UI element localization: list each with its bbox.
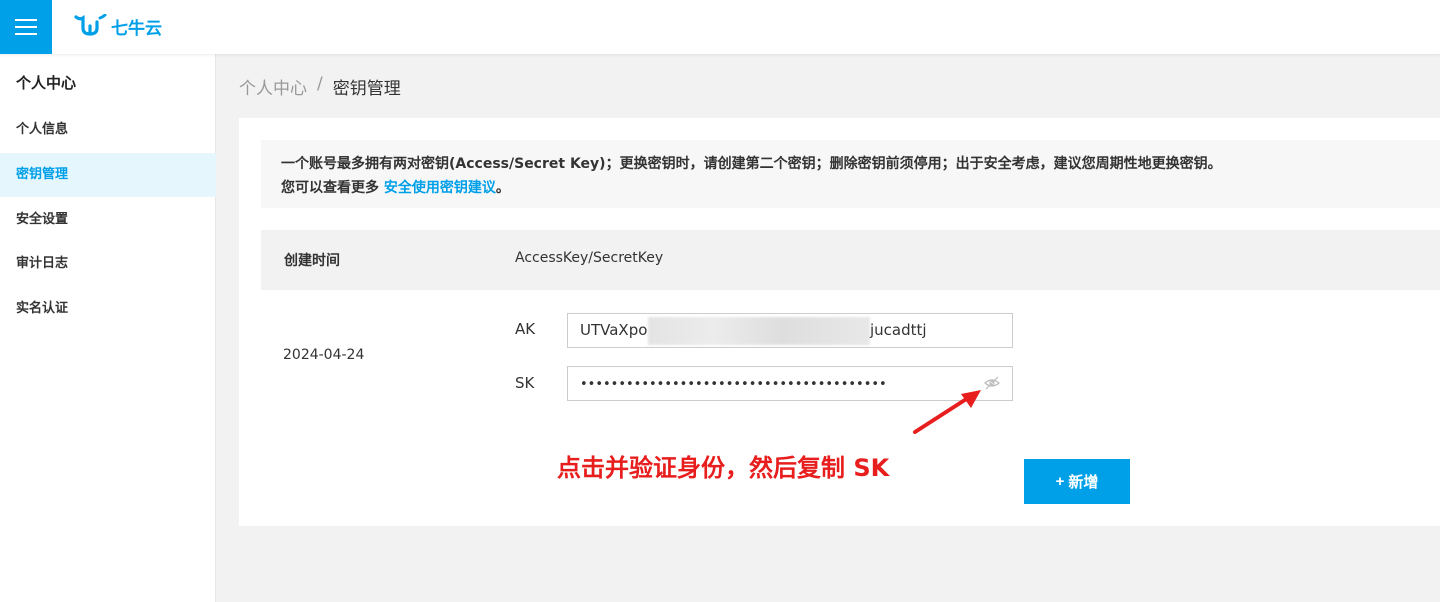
ak-value-start: UTVaXpo — [580, 321, 648, 339]
ak-label: AK — [515, 320, 536, 338]
sidebar-title: 个人中心 — [16, 74, 77, 92]
menu-line — [15, 26, 37, 28]
ak-value-end: jucadttj — [870, 321, 927, 339]
sk-label: SK — [515, 374, 535, 392]
top-bar: 七牛云 — [0, 0, 1440, 54]
access-key-field[interactable]: UTVaXpo jucadttj — [567, 313, 1013, 348]
breadcrumb-separator: / — [317, 74, 323, 94]
plus-icon: + — [1055, 473, 1065, 490]
sidebar-item-security[interactable]: 安全设置 — [0, 198, 216, 242]
column-header-created: 创建时间 — [284, 253, 340, 269]
column-header-keys: AccessKey/SecretKey — [515, 250, 664, 266]
sk-masked-value: •••••••••••••••••••••••••••••••••••••••• — [580, 377, 887, 392]
notice-box: 一个账号最多拥有两对密钥(Access/Secret Key)；更换密钥时，请创… — [261, 140, 1440, 208]
redacted-blur — [648, 317, 870, 345]
notice-prefix: 您可以查看更多 — [281, 180, 384, 196]
notice-line-1: 一个账号最多拥有两对密钥(Access/Secret Key)；更换密钥时，请创… — [281, 156, 1222, 172]
created-date: 2024-04-24 — [283, 347, 365, 363]
hamburger-menu-button[interactable] — [0, 0, 52, 54]
instruction-annotation: 点击并验证身份，然后复制 SK — [557, 454, 890, 482]
logo[interactable]: 七牛云 — [74, 12, 162, 40]
red-arrow-icon — [913, 390, 981, 434]
table-header: 创建时间 AccessKey/SecretKey — [261, 230, 1440, 290]
sidebar-item-keys[interactable]: 密钥管理 — [0, 153, 216, 197]
add-button-label: 新增 — [1068, 474, 1099, 491]
menu-line — [15, 33, 37, 35]
notice-suffix: 。 — [495, 180, 510, 196]
menu-line — [15, 19, 37, 21]
notice-line-2: 您可以查看更多 安全使用密钥建议。 — [281, 176, 1420, 200]
key-management-card: 一个账号最多拥有两对密钥(Access/Secret Key)；更换密钥时，请创… — [239, 118, 1440, 526]
breadcrumb: 个人中心 / 密钥管理 — [239, 74, 401, 99]
sidebar-item-profile[interactable]: 个人信息 — [0, 108, 216, 152]
security-advice-link[interactable]: 安全使用密钥建议 — [384, 180, 496, 196]
breadcrumb-current: 密钥管理 — [332, 79, 401, 99]
logo-text: 七牛云 — [111, 18, 162, 39]
qiniu-logo-icon — [74, 14, 107, 36]
sidebar-item-audit-log[interactable]: 审计日志 — [0, 242, 216, 286]
sidebar: 个人中心 个人信息 密钥管理 安全设置 审计日志 实名认证 — [0, 54, 216, 602]
add-key-button[interactable]: + 新增 — [1024, 459, 1130, 504]
sidebar-item-verification[interactable]: 实名认证 — [0, 287, 216, 331]
breadcrumb-parent[interactable]: 个人中心 — [239, 74, 307, 99]
